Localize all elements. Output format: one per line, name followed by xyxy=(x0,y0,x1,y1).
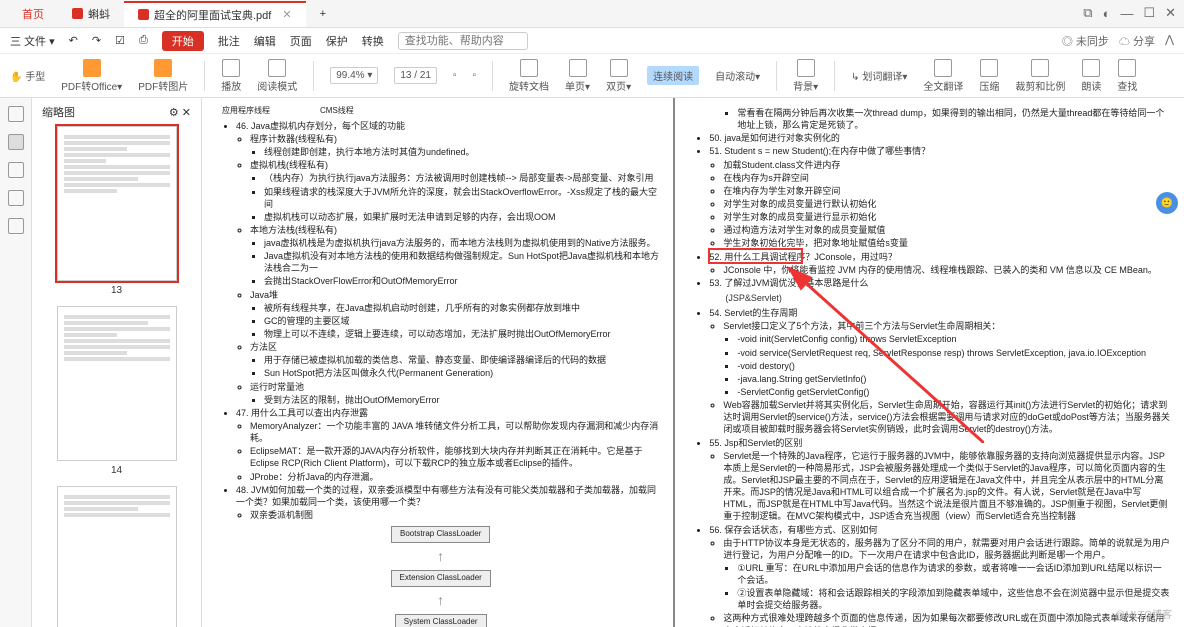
sync-status[interactable]: ◎ 未同步 xyxy=(1062,33,1109,49)
save-icon[interactable]: ☑ xyxy=(115,34,125,47)
menu-bar: 三 文件 ▾ ↶ ↷ ☑ ⎙ 开始 批注 编辑 页面 保护 转换 ◎ 未同步 ☁… xyxy=(0,28,1184,54)
history-icon[interactable]: ↶ xyxy=(69,34,78,47)
pdf-to-office[interactable]: PDF转Office▾ xyxy=(61,59,122,93)
hand-tool[interactable]: ✋ 手型 xyxy=(10,68,45,83)
page-13: 应用程序线程CMS线程 46. Java虚拟机内存划分，每个区域的功能 程序计数… xyxy=(202,98,673,627)
redo-icon[interactable]: ↷ xyxy=(92,34,101,47)
app-icon xyxy=(72,8,83,19)
fit-width-icon[interactable]: ▫ xyxy=(453,70,457,81)
tab-add[interactable]: + xyxy=(306,4,340,24)
bookmark-icon[interactable] xyxy=(8,106,24,122)
menu-edit[interactable]: 编辑 xyxy=(254,33,276,49)
audio-icon xyxy=(1082,59,1100,77)
image-icon xyxy=(154,59,172,77)
tab-home[interactable]: 首页 xyxy=(8,2,58,26)
thumb-label-13: 13 xyxy=(42,285,191,296)
min-icon[interactable]: — xyxy=(1120,6,1133,21)
zoom-level[interactable]: 99.4% ▾ xyxy=(330,67,378,84)
crop[interactable]: 裁剪和比例 xyxy=(1015,59,1065,93)
singlepage-icon xyxy=(569,59,587,77)
translate-icon xyxy=(934,59,952,77)
assistant-badge[interactable]: 🙂 xyxy=(1156,192,1178,214)
compress-icon xyxy=(980,59,998,77)
thumbnail-panel: 缩略图 ⚙ ✕ 13 14 xyxy=(32,98,202,627)
multi-window-icon[interactable]: ⧉ xyxy=(1083,5,1092,21)
jsp-servlet-heading: (JSP&Servlet) xyxy=(725,292,1170,304)
tab-kedou[interactable]: 蝌蚪 xyxy=(58,2,124,26)
huayi-translate[interactable]: ↳ 划词翻译▾ xyxy=(851,68,907,83)
search-icon xyxy=(1118,59,1136,77)
toolbar: ✋ 手型 PDF转Office▾ PDF转图片 播放 阅读模式 99.4% ▾ … xyxy=(0,54,1184,98)
play-icon xyxy=(222,59,240,77)
close-icon[interactable]: ✕ xyxy=(1165,5,1176,21)
menu-convert[interactable]: 转换 xyxy=(362,33,384,49)
read-mode[interactable]: 阅读模式 xyxy=(257,59,297,93)
thumbs-icon[interactable] xyxy=(8,134,24,150)
avatar[interactable]: ◐ xyxy=(1103,6,1111,21)
file-menu[interactable]: 三 文件 ▾ xyxy=(10,33,55,49)
single-page[interactable]: 单页▾ xyxy=(565,59,590,93)
play-button[interactable]: 播放 xyxy=(221,59,241,93)
menu-comment[interactable]: 批注 xyxy=(218,33,240,49)
doublepage-icon xyxy=(610,59,628,77)
tab-file[interactable]: 超全的阿里面试宝典.pdf✕ xyxy=(124,1,306,27)
book-icon xyxy=(268,59,286,77)
thumb-title: 缩略图 xyxy=(42,104,75,120)
convert-icon xyxy=(83,59,101,77)
menu-start[interactable]: 开始 xyxy=(162,31,204,51)
tab-bar: 首页 蝌蚪 超全的阿里面试宝典.pdf✕ + xyxy=(0,0,1184,28)
read-aloud[interactable]: 朗读 xyxy=(1081,59,1101,93)
double-page[interactable]: 双页▾ xyxy=(606,59,631,93)
thumb-15[interactable] xyxy=(57,486,177,627)
menu-page[interactable]: 页面 xyxy=(290,33,312,49)
thumb-label-14: 14 xyxy=(42,465,191,476)
crop-icon xyxy=(1031,59,1049,77)
max-icon[interactable]: ☐ xyxy=(1143,5,1155,21)
page-14: 常看看在隔两分钟后再次收集一次thread dump，如果得到的输出相同，仍然是… xyxy=(675,98,1184,627)
more-icon[interactable] xyxy=(8,218,24,234)
search-input[interactable] xyxy=(398,32,528,50)
pdf-icon xyxy=(138,9,149,20)
comments-icon[interactable] xyxy=(8,162,24,178)
share-button[interactable]: ☁ 分享 xyxy=(1119,33,1155,49)
full-read[interactable]: 全文翻译 xyxy=(923,59,963,93)
caret-icon[interactable]: ⋀ xyxy=(1165,33,1174,49)
menu-protect[interactable]: 保护 xyxy=(326,33,348,49)
side-rail xyxy=(0,98,32,627)
page-indicator[interactable]: 13 / 21 xyxy=(394,67,437,84)
print-icon[interactable]: ⎙ xyxy=(139,34,148,47)
tab-close-icon[interactable]: ✕ xyxy=(282,8,291,21)
document-viewport[interactable]: 🙂 应用程序线程CMS线程 46. Java虚拟机内存划分，每个区域的功能 程序… xyxy=(202,98,1184,627)
annotation-box xyxy=(708,248,803,264)
thumb-13[interactable] xyxy=(57,126,177,281)
fit-page-icon[interactable]: ▫ xyxy=(473,70,477,81)
auto-scroll[interactable]: 自动滚动▾ xyxy=(715,68,760,83)
pdf-to-image[interactable]: PDF转图片 xyxy=(138,59,188,93)
bg-icon xyxy=(797,59,815,77)
continuous-read[interactable]: 连续阅读 xyxy=(647,66,699,85)
thumb-settings-icon[interactable]: ⚙ xyxy=(169,107,179,119)
thumb-close-icon[interactable]: ✕ xyxy=(182,107,191,119)
compress[interactable]: 压缩 xyxy=(979,59,999,93)
thumb-14[interactable] xyxy=(57,306,177,461)
rotate-button[interactable]: 旋转文档 xyxy=(509,59,549,93)
background[interactable]: 背景▾ xyxy=(793,59,818,93)
attach-icon[interactable] xyxy=(8,190,24,206)
watermark: @MLTO博客 xyxy=(1115,606,1172,621)
find[interactable]: 查找 xyxy=(1117,59,1137,93)
rotate-icon xyxy=(520,59,538,77)
